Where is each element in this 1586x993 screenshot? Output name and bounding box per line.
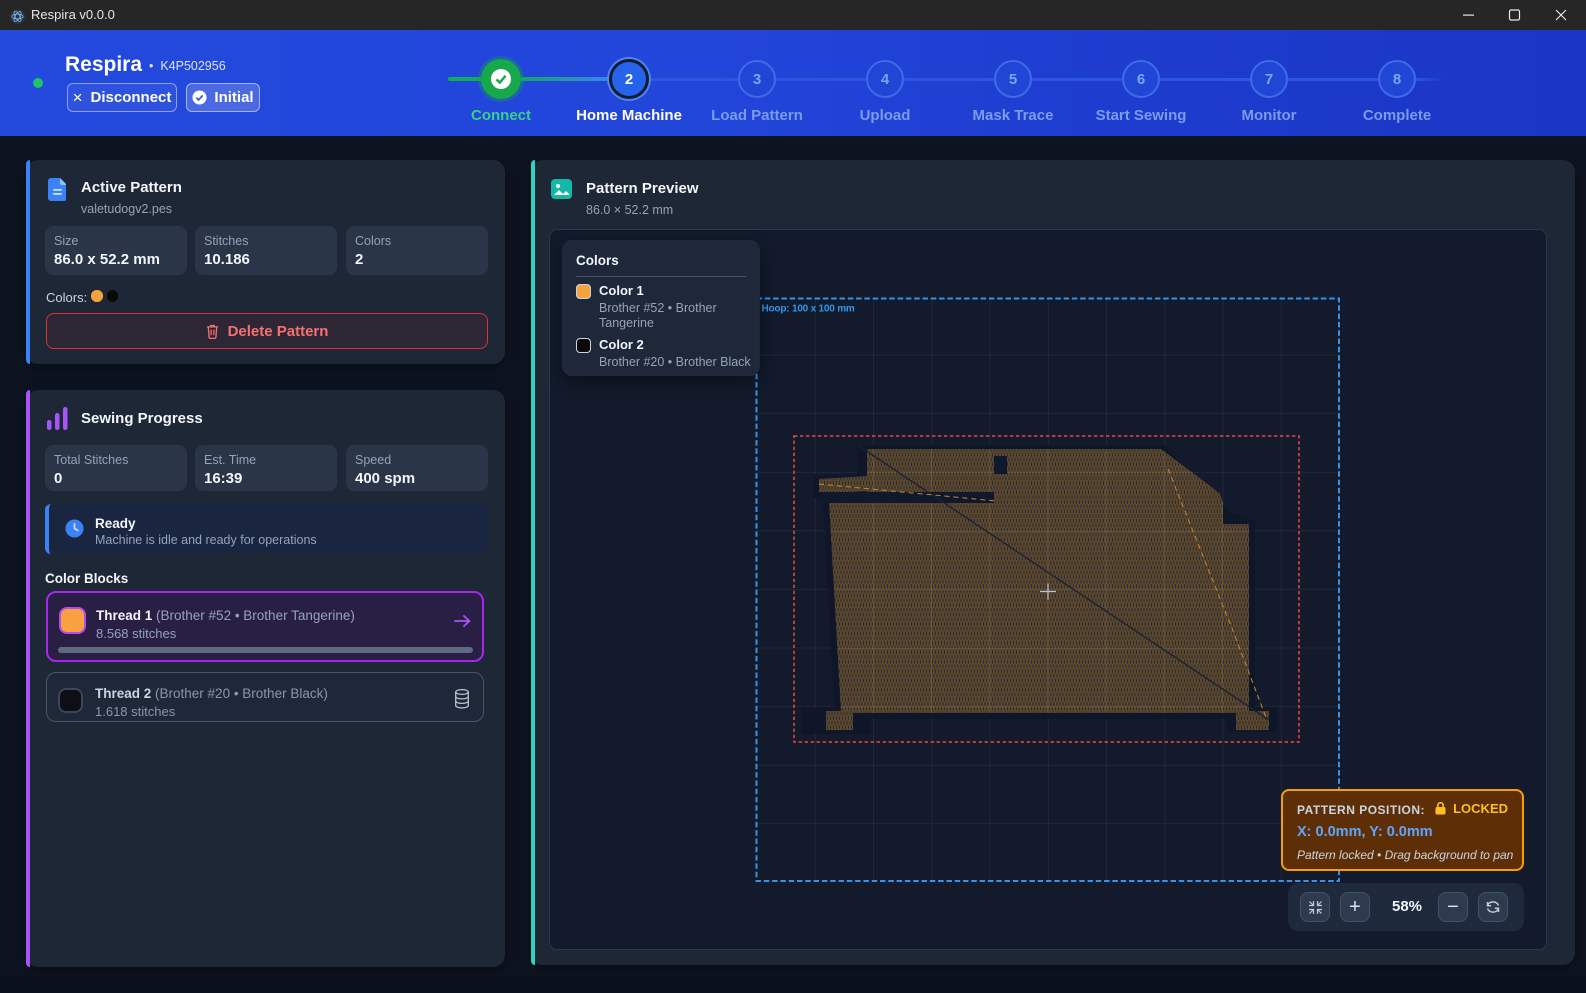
svg-text:Hoop: 100 x 100 mm: Hoop: 100 x 100 mm xyxy=(762,304,855,315)
